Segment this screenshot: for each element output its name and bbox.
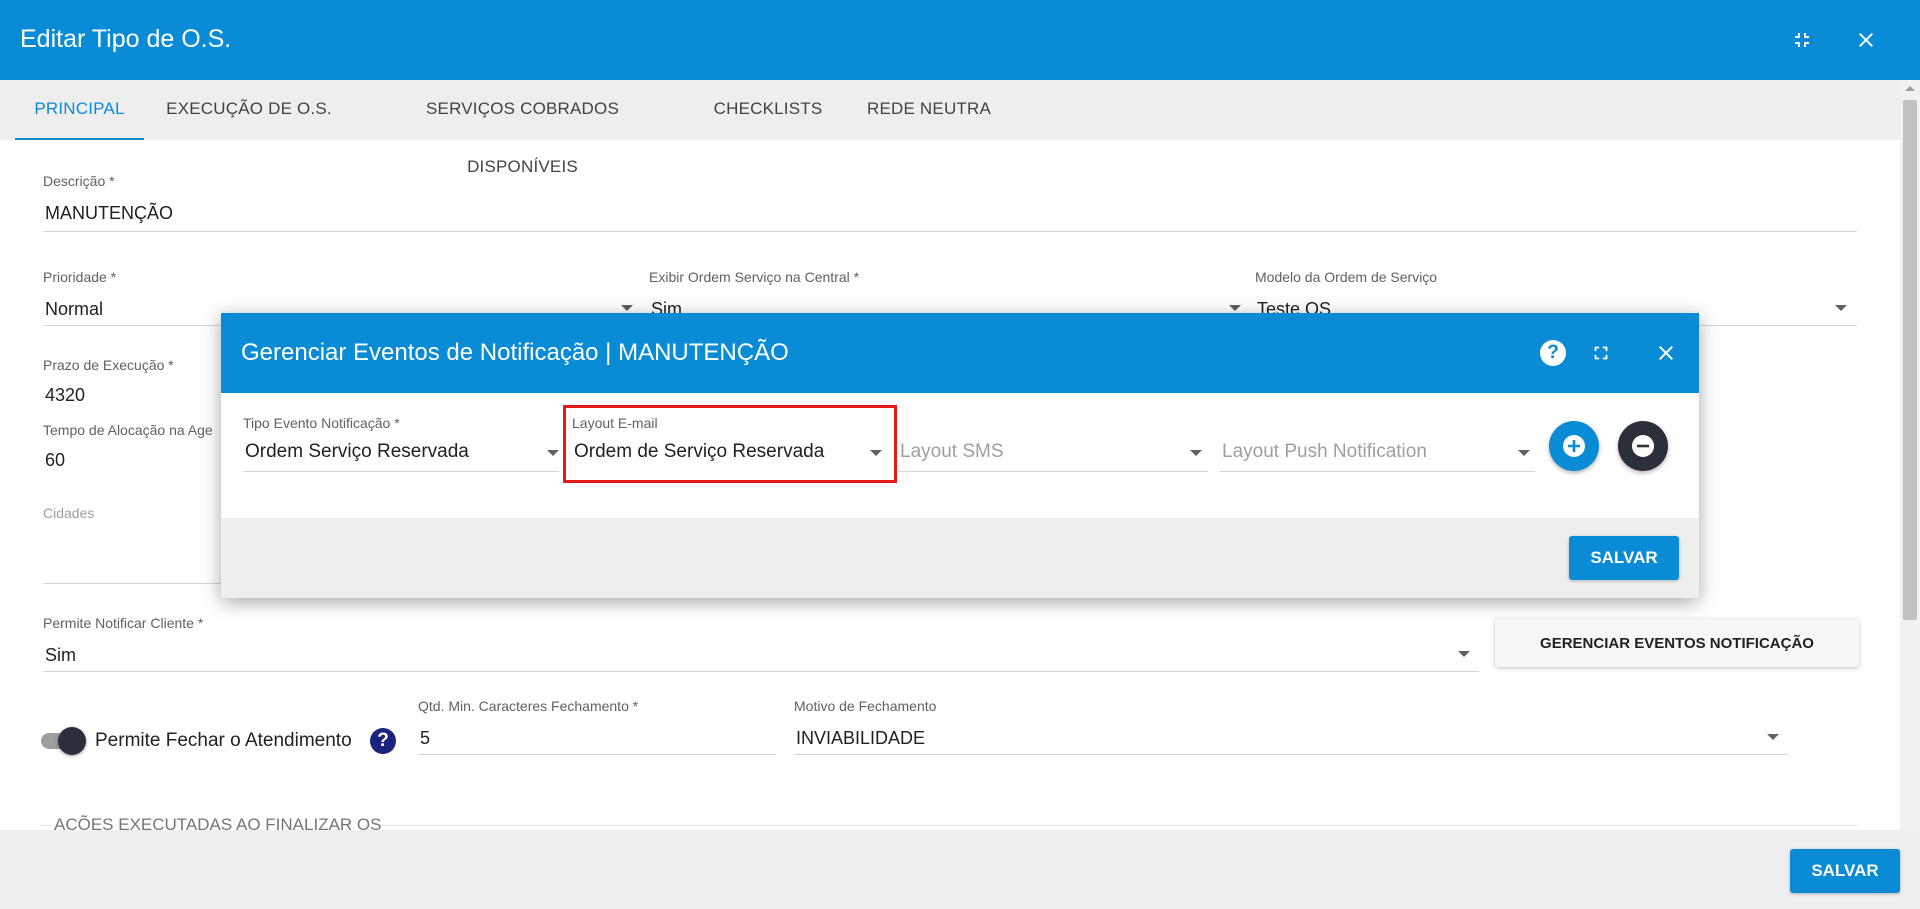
- layout-sms-placeholder[interactable]: Layout SMS: [900, 441, 1004, 463]
- window-title: Editar Tipo de O.S.: [20, 25, 232, 53]
- tipo-evento-value[interactable]: Ordem Serviço Reservada: [245, 441, 469, 463]
- modelo-ordem-label: Modelo da Ordem de Serviço: [1255, 269, 1438, 285]
- qtd-min-caracteres-field[interactable]: Qtd. Min. Caracteres Fechamento * 5: [418, 698, 776, 756]
- tab-execucao-os[interactable]: EXECUÇÃO DE O.S.: [165, 80, 333, 138]
- descricao-underline: [43, 231, 1857, 232]
- gerenciar-eventos-button[interactable]: GERENCIAR EVENTOS NOTIFICAÇÃO: [1495, 619, 1859, 667]
- tempo-alocacao-label: Tempo de Alocação na Age: [43, 422, 213, 438]
- fullscreen-icon[interactable]: [1583, 335, 1619, 371]
- tempo-alocacao-value[interactable]: 60: [45, 450, 65, 471]
- chevron-down-icon[interactable]: [1835, 305, 1847, 311]
- permite-notificar-value[interactable]: Sim: [45, 645, 76, 666]
- motivo-fechamento-underline: [794, 754, 1788, 755]
- prioridade-label: Prioridade *: [43, 269, 117, 285]
- chevron-down-icon[interactable]: [1190, 450, 1202, 456]
- add-event-button[interactable]: [1549, 421, 1599, 471]
- descricao-label: Descrição *: [43, 173, 115, 189]
- motivo-fechamento-select[interactable]: Motivo de Fechamento INVIABILIDADE: [794, 698, 1788, 756]
- permite-fechar-label: Permite Fechar o Atendimento: [95, 730, 352, 751]
- help-icon[interactable]: ?: [1540, 340, 1566, 366]
- layout-push-select[interactable]: Layout Push Notification: [1220, 415, 1535, 473]
- help-icon[interactable]: ?: [370, 728, 396, 754]
- cidades-field[interactable]: Cidades: [43, 505, 223, 585]
- save-button[interactable]: SALVAR: [1790, 849, 1900, 893]
- permite-notificar-label: Permite Notificar Cliente *: [43, 615, 204, 631]
- dialog-footer: [221, 518, 1699, 598]
- close-window-icon[interactable]: [1848, 22, 1884, 58]
- window-footer: [0, 830, 1920, 909]
- motivo-fechamento-value[interactable]: INVIABILIDADE: [796, 728, 925, 749]
- tipo-evento-underline: [243, 471, 559, 472]
- close-dialog-icon[interactable]: [1648, 335, 1684, 371]
- chevron-down-icon[interactable]: [621, 305, 633, 311]
- prazo-execucao-field[interactable]: Prazo de Execução * 4320: [43, 357, 223, 413]
- layout-sms-underline: [898, 471, 1208, 472]
- permite-notificar-underline: [43, 671, 1479, 672]
- motivo-fechamento-label: Motivo de Fechamento: [794, 698, 937, 714]
- window-header: Editar Tipo de O.S.: [0, 0, 1920, 80]
- layout-push-underline: [1220, 471, 1535, 472]
- tab-bar: PRINCIPAL EXECUÇÃO DE O.S. SERVIÇOS COBR…: [0, 80, 1920, 176]
- cidades-label: Cidades: [43, 505, 95, 521]
- minus-circle-icon: [1632, 435, 1654, 457]
- descricao-value[interactable]: MANUTENÇÃO: [45, 203, 173, 224]
- tab-servicos-cobrados[interactable]: SERVIÇOS COBRADOS DISPONÍVEIS: [370, 80, 675, 176]
- layout-sms-select[interactable]: Layout SMS: [898, 415, 1208, 473]
- tipo-evento-label: Tipo Evento Notificação *: [243, 415, 400, 431]
- exibir-ordem-label: Exibir Ordem Serviço na Central *: [649, 269, 860, 285]
- chevron-down-icon[interactable]: [1229, 305, 1241, 311]
- chevron-down-icon[interactable]: [1767, 734, 1779, 740]
- highlight-box: [563, 405, 897, 483]
- dialog-title: Gerenciar Eventos de Notificação | MANUT…: [241, 339, 789, 366]
- qtd-min-caracteres-value[interactable]: 5: [420, 728, 430, 749]
- permite-fechar-toggle[interactable]: [58, 727, 86, 755]
- chevron-down-icon[interactable]: [1518, 450, 1530, 456]
- permite-notificar-select[interactable]: Permite Notificar Cliente * Sim: [43, 615, 1479, 673]
- minimize-window-icon[interactable]: [1784, 22, 1820, 58]
- dialog-help-icon[interactable]: ?: [1535, 335, 1571, 371]
- cidades-underline: [43, 583, 223, 584]
- scrollbar-thumb[interactable]: [1903, 100, 1917, 620]
- tipo-evento-select[interactable]: Tipo Evento Notificação * Ordem Serviço …: [243, 415, 559, 473]
- chevron-down-icon[interactable]: [1458, 651, 1470, 657]
- dialog-header: Gerenciar Eventos de Notificação | MANUT…: [221, 313, 1699, 393]
- notification-events-dialog: Gerenciar Eventos de Notificação | MANUT…: [221, 313, 1699, 598]
- chevron-down-icon[interactable]: [547, 450, 559, 456]
- qtd-min-caracteres-underline: [418, 754, 776, 755]
- qtd-min-caracteres-label: Qtd. Min. Caracteres Fechamento *: [418, 698, 639, 714]
- tab-principal[interactable]: PRINCIPAL: [15, 80, 144, 140]
- tab-checklists[interactable]: CHECKLISTS: [708, 80, 828, 138]
- prazo-execucao-value[interactable]: 4320: [45, 385, 85, 406]
- scroll-up-icon[interactable]: [1905, 86, 1915, 91]
- tab-rede-neutra[interactable]: REDE NEUTRA: [860, 80, 998, 138]
- prazo-execucao-label: Prazo de Execução *: [43, 357, 174, 373]
- prioridade-value[interactable]: Normal: [45, 299, 103, 320]
- tempo-alocacao-field[interactable]: Tempo de Alocação na Age 60: [43, 422, 223, 478]
- plus-circle-icon: [1563, 435, 1585, 457]
- dialog-save-button[interactable]: SALVAR: [1569, 536, 1679, 580]
- descricao-field[interactable]: Descrição * MANUTENÇÃO: [43, 173, 1857, 233]
- remove-event-button[interactable]: [1618, 421, 1668, 471]
- layout-push-placeholder[interactable]: Layout Push Notification: [1222, 441, 1427, 463]
